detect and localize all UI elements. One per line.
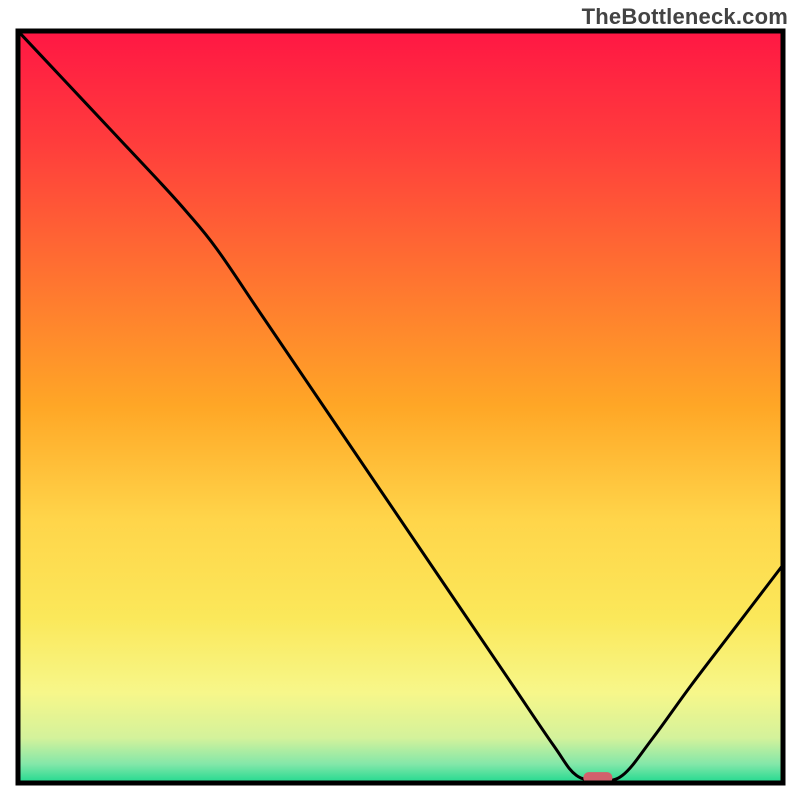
gradient-background xyxy=(18,31,783,783)
bottleneck-chart xyxy=(0,0,800,800)
chart-root: { "watermark": "TheBottleneck.com", "cha… xyxy=(0,0,800,800)
